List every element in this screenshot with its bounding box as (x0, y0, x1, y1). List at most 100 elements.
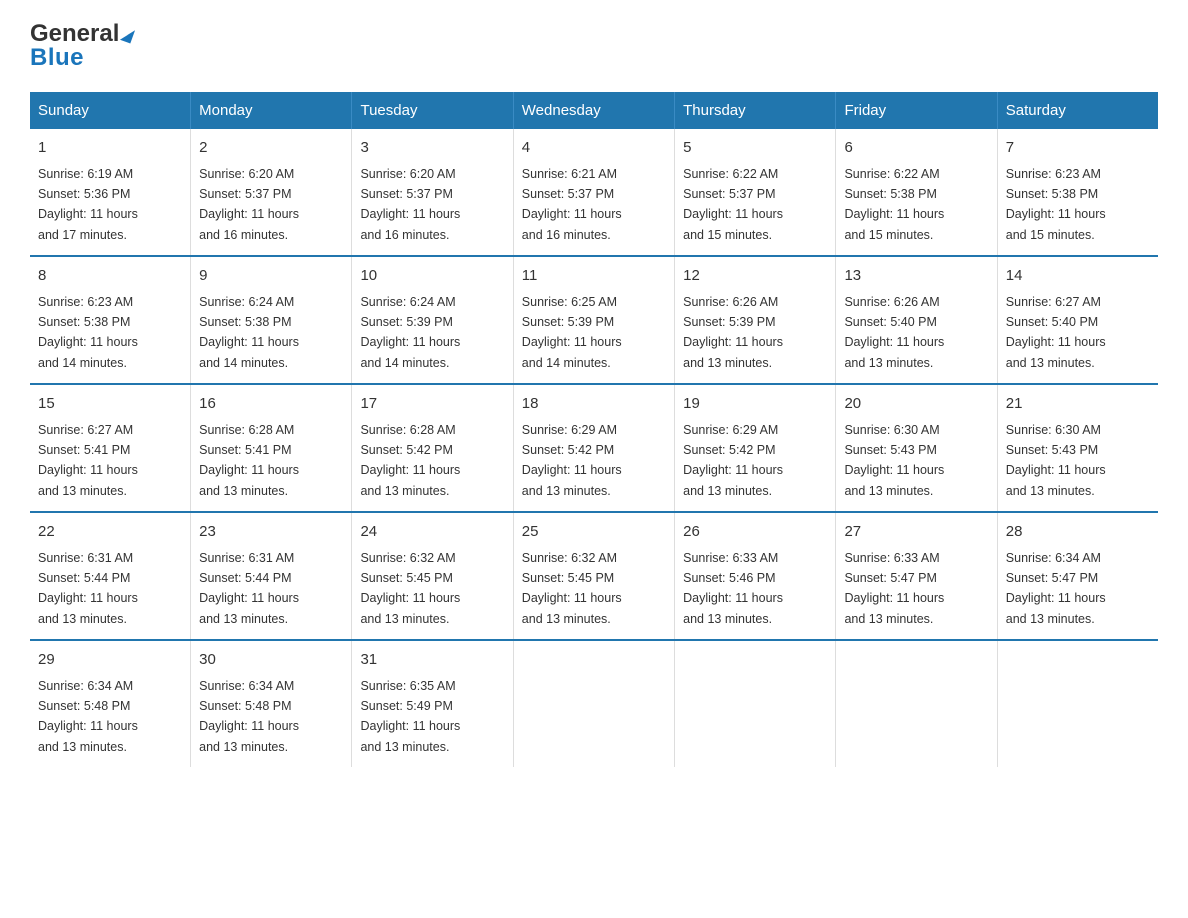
header-friday: Friday (836, 92, 997, 129)
day-info: Sunrise: 6:27 AMSunset: 5:41 PMDaylight:… (38, 423, 138, 498)
calendar-cell: 13 Sunrise: 6:26 AMSunset: 5:40 PMDaylig… (836, 256, 997, 384)
day-number: 23 (199, 521, 343, 544)
calendar-week-row: 22 Sunrise: 6:31 AMSunset: 5:44 PMDaylig… (30, 512, 1158, 640)
day-number: 17 (360, 393, 504, 416)
calendar-cell: 12 Sunrise: 6:26 AMSunset: 5:39 PMDaylig… (675, 256, 836, 384)
day-number: 12 (683, 265, 827, 288)
day-info: Sunrise: 6:34 AMSunset: 5:48 PMDaylight:… (38, 679, 138, 754)
calendar-cell: 5 Sunrise: 6:22 AMSunset: 5:37 PMDayligh… (675, 129, 836, 256)
day-number: 18 (522, 393, 666, 416)
calendar-cell: 20 Sunrise: 6:30 AMSunset: 5:43 PMDaylig… (836, 384, 997, 512)
calendar-cell: 10 Sunrise: 6:24 AMSunset: 5:39 PMDaylig… (352, 256, 513, 384)
calendar-cell: 2 Sunrise: 6:20 AMSunset: 5:37 PMDayligh… (191, 129, 352, 256)
day-number: 28 (1006, 521, 1150, 544)
day-info: Sunrise: 6:28 AMSunset: 5:42 PMDaylight:… (360, 423, 460, 498)
day-number: 7 (1006, 137, 1150, 160)
day-info: Sunrise: 6:26 AMSunset: 5:39 PMDaylight:… (683, 295, 783, 370)
logo-blue: Blue (30, 44, 84, 72)
calendar-cell: 31 Sunrise: 6:35 AMSunset: 5:49 PMDaylig… (352, 640, 513, 767)
day-info: Sunrise: 6:29 AMSunset: 5:42 PMDaylight:… (683, 423, 783, 498)
day-info: Sunrise: 6:30 AMSunset: 5:43 PMDaylight:… (844, 423, 944, 498)
day-number: 4 (522, 137, 666, 160)
day-info: Sunrise: 6:35 AMSunset: 5:49 PMDaylight:… (360, 679, 460, 754)
day-number: 1 (38, 137, 182, 160)
day-info: Sunrise: 6:23 AMSunset: 5:38 PMDaylight:… (38, 295, 138, 370)
calendar-cell: 7 Sunrise: 6:23 AMSunset: 5:38 PMDayligh… (997, 129, 1158, 256)
day-info: Sunrise: 6:34 AMSunset: 5:47 PMDaylight:… (1006, 551, 1106, 626)
day-info: Sunrise: 6:27 AMSunset: 5:40 PMDaylight:… (1006, 295, 1106, 370)
day-number: 14 (1006, 265, 1150, 288)
day-info: Sunrise: 6:23 AMSunset: 5:38 PMDaylight:… (1006, 167, 1106, 242)
calendar-cell (675, 640, 836, 767)
day-number: 22 (38, 521, 182, 544)
header-tuesday: Tuesday (352, 92, 513, 129)
day-number: 25 (522, 521, 666, 544)
day-info: Sunrise: 6:31 AMSunset: 5:44 PMDaylight:… (199, 551, 299, 626)
calendar-cell: 24 Sunrise: 6:32 AMSunset: 5:45 PMDaylig… (352, 512, 513, 640)
day-info: Sunrise: 6:33 AMSunset: 5:46 PMDaylight:… (683, 551, 783, 626)
day-number: 2 (199, 137, 343, 160)
calendar-cell: 30 Sunrise: 6:34 AMSunset: 5:48 PMDaylig… (191, 640, 352, 767)
calendar-cell: 17 Sunrise: 6:28 AMSunset: 5:42 PMDaylig… (352, 384, 513, 512)
calendar-cell: 25 Sunrise: 6:32 AMSunset: 5:45 PMDaylig… (513, 512, 674, 640)
calendar-cell: 22 Sunrise: 6:31 AMSunset: 5:44 PMDaylig… (30, 512, 191, 640)
calendar-cell: 21 Sunrise: 6:30 AMSunset: 5:43 PMDaylig… (997, 384, 1158, 512)
calendar-cell: 3 Sunrise: 6:20 AMSunset: 5:37 PMDayligh… (352, 129, 513, 256)
calendar-cell: 14 Sunrise: 6:27 AMSunset: 5:40 PMDaylig… (997, 256, 1158, 384)
day-number: 26 (683, 521, 827, 544)
header-wednesday: Wednesday (513, 92, 674, 129)
day-number: 3 (360, 137, 504, 160)
day-number: 8 (38, 265, 182, 288)
day-info: Sunrise: 6:24 AMSunset: 5:39 PMDaylight:… (360, 295, 460, 370)
calendar-week-row: 29 Sunrise: 6:34 AMSunset: 5:48 PMDaylig… (30, 640, 1158, 767)
logo: General Blue (30, 20, 133, 72)
day-number: 29 (38, 649, 182, 672)
calendar-cell: 15 Sunrise: 6:27 AMSunset: 5:41 PMDaylig… (30, 384, 191, 512)
day-number: 19 (683, 393, 827, 416)
calendar-cell: 29 Sunrise: 6:34 AMSunset: 5:48 PMDaylig… (30, 640, 191, 767)
day-number: 10 (360, 265, 504, 288)
day-info: Sunrise: 6:28 AMSunset: 5:41 PMDaylight:… (199, 423, 299, 498)
calendar-header-row: Sunday Monday Tuesday Wednesday Thursday… (30, 92, 1158, 129)
day-info: Sunrise: 6:20 AMSunset: 5:37 PMDaylight:… (360, 167, 460, 242)
calendar-cell: 16 Sunrise: 6:28 AMSunset: 5:41 PMDaylig… (191, 384, 352, 512)
calendar-cell: 28 Sunrise: 6:34 AMSunset: 5:47 PMDaylig… (997, 512, 1158, 640)
calendar-cell: 18 Sunrise: 6:29 AMSunset: 5:42 PMDaylig… (513, 384, 674, 512)
day-info: Sunrise: 6:21 AMSunset: 5:37 PMDaylight:… (522, 167, 622, 242)
day-info: Sunrise: 6:26 AMSunset: 5:40 PMDaylight:… (844, 295, 944, 370)
calendar-cell: 8 Sunrise: 6:23 AMSunset: 5:38 PMDayligh… (30, 256, 191, 384)
page-header: General Blue (30, 20, 1158, 72)
day-number: 30 (199, 649, 343, 672)
calendar-cell: 19 Sunrise: 6:29 AMSunset: 5:42 PMDaylig… (675, 384, 836, 512)
day-number: 6 (844, 137, 988, 160)
calendar-cell: 4 Sunrise: 6:21 AMSunset: 5:37 PMDayligh… (513, 129, 674, 256)
header-saturday: Saturday (997, 92, 1158, 129)
day-number: 13 (844, 265, 988, 288)
day-number: 9 (199, 265, 343, 288)
calendar-cell (997, 640, 1158, 767)
calendar-week-row: 15 Sunrise: 6:27 AMSunset: 5:41 PMDaylig… (30, 384, 1158, 512)
day-info: Sunrise: 6:31 AMSunset: 5:44 PMDaylight:… (38, 551, 138, 626)
calendar-table: Sunday Monday Tuesday Wednesday Thursday… (30, 92, 1158, 767)
calendar-week-row: 8 Sunrise: 6:23 AMSunset: 5:38 PMDayligh… (30, 256, 1158, 384)
calendar-cell: 26 Sunrise: 6:33 AMSunset: 5:46 PMDaylig… (675, 512, 836, 640)
day-number: 21 (1006, 393, 1150, 416)
day-number: 15 (38, 393, 182, 416)
day-info: Sunrise: 6:25 AMSunset: 5:39 PMDaylight:… (522, 295, 622, 370)
day-info: Sunrise: 6:24 AMSunset: 5:38 PMDaylight:… (199, 295, 299, 370)
day-number: 31 (360, 649, 504, 672)
day-info: Sunrise: 6:22 AMSunset: 5:38 PMDaylight:… (844, 167, 944, 242)
calendar-cell: 1 Sunrise: 6:19 AMSunset: 5:36 PMDayligh… (30, 129, 191, 256)
calendar-cell: 11 Sunrise: 6:25 AMSunset: 5:39 PMDaylig… (513, 256, 674, 384)
calendar-week-row: 1 Sunrise: 6:19 AMSunset: 5:36 PMDayligh… (30, 129, 1158, 256)
day-info: Sunrise: 6:19 AMSunset: 5:36 PMDaylight:… (38, 167, 138, 242)
calendar-cell: 9 Sunrise: 6:24 AMSunset: 5:38 PMDayligh… (191, 256, 352, 384)
header-thursday: Thursday (675, 92, 836, 129)
day-number: 24 (360, 521, 504, 544)
calendar-cell (836, 640, 997, 767)
calendar-cell: 27 Sunrise: 6:33 AMSunset: 5:47 PMDaylig… (836, 512, 997, 640)
day-info: Sunrise: 6:29 AMSunset: 5:42 PMDaylight:… (522, 423, 622, 498)
header-sunday: Sunday (30, 92, 191, 129)
day-number: 16 (199, 393, 343, 416)
day-number: 11 (522, 265, 666, 288)
